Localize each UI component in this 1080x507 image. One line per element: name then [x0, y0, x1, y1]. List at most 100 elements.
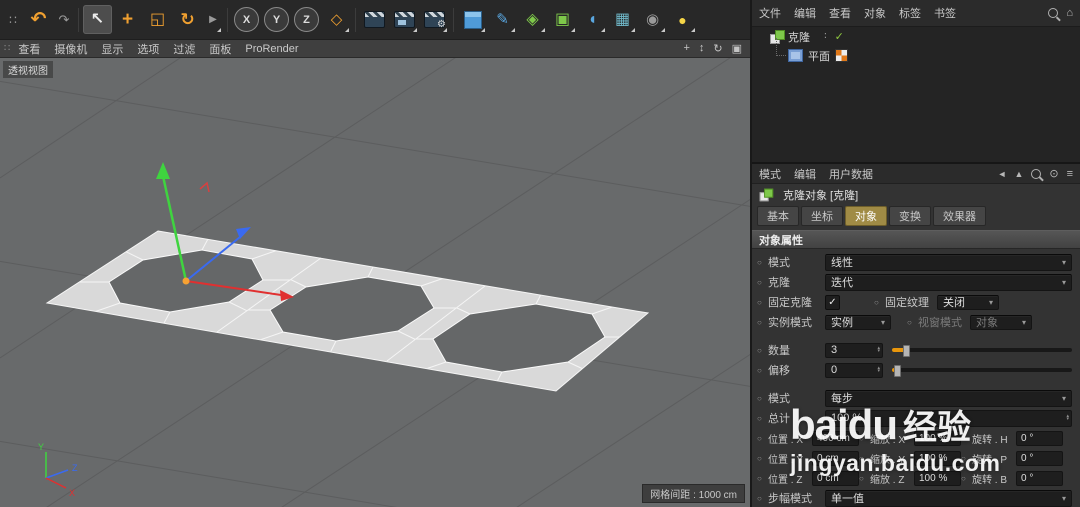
- count-field[interactable]: 3▴▾: [825, 343, 883, 358]
- viewport-mode-dropdown[interactable]: 对象▾: [970, 315, 1032, 330]
- add-environment-button[interactable]: ▦: [608, 5, 637, 34]
- tab-effectors[interactable]: 效果器: [933, 206, 986, 226]
- scale-y-field[interactable]: 100 %: [914, 451, 961, 466]
- pan-view-icon[interactable]: +: [683, 42, 689, 55]
- add-generator-button[interactable]: ◈: [518, 5, 547, 34]
- anim-dot-icon[interactable]: ○: [961, 474, 972, 483]
- om-menu-bookmarks[interactable]: 书签: [934, 5, 956, 21]
- anim-dot-icon[interactable]: ○: [757, 474, 768, 483]
- step-mode-dropdown[interactable]: 每步▾: [825, 390, 1072, 407]
- tab-object[interactable]: 对象: [845, 206, 887, 226]
- perspective-viewport[interactable]: Y Z X 透视视图 网格间距 : 1000 cm: [0, 58, 750, 507]
- anim-dot-icon[interactable]: ○: [757, 346, 768, 355]
- visibility-dots-icon[interactable]: ∶: [824, 50, 827, 61]
- om-menu-object[interactable]: 对象: [864, 5, 886, 21]
- spinner-icon[interactable]: ▴▾: [873, 347, 880, 353]
- anim-dot-icon[interactable]: ○: [757, 366, 768, 375]
- anim-dot-icon[interactable]: ○: [757, 278, 768, 287]
- object-label[interactable]: 克隆: [788, 29, 810, 45]
- add-spline-button[interactable]: ✎: [488, 5, 517, 34]
- anim-dot-icon[interactable]: ○: [757, 258, 768, 267]
- render-view-button[interactable]: [360, 5, 389, 34]
- om-menu-tags[interactable]: 标签: [899, 5, 921, 21]
- anim-dot-icon[interactable]: ○: [859, 434, 870, 443]
- om-menu-view[interactable]: 查看: [829, 5, 851, 21]
- viewport-menu-view[interactable]: 查看: [18, 41, 40, 57]
- anim-dot-icon[interactable]: ○: [757, 494, 768, 503]
- rotation-b-field[interactable]: 0 °: [1016, 471, 1063, 486]
- instance-mode-dropdown[interactable]: 实例▾: [825, 315, 891, 330]
- stride-mode-dropdown[interactable]: 单一值▾: [825, 490, 1072, 507]
- history-back-icon[interactable]: ◄: [998, 169, 1007, 179]
- anim-dot-icon[interactable]: ○: [757, 298, 768, 307]
- enabled-check-icon[interactable]: ✓: [835, 30, 844, 43]
- count-slider[interactable]: [892, 348, 1072, 352]
- add-camera-button[interactable]: ◉: [638, 5, 667, 34]
- anim-dot-icon[interactable]: ○: [874, 298, 885, 307]
- scale-x-field[interactable]: 100 %: [914, 431, 961, 446]
- home-icon[interactable]: ⌂: [1066, 7, 1073, 19]
- coordinate-system-button[interactable]: ◇: [322, 5, 351, 34]
- pin-icon[interactable]: ⊙: [1049, 167, 1058, 180]
- scale-z-field[interactable]: 100 %: [914, 471, 961, 486]
- lock-z-axis-button[interactable]: Z: [292, 5, 321, 34]
- viewport-menu-display[interactable]: 显示: [101, 41, 123, 57]
- viewport-menu-camera[interactable]: 摄像机: [54, 41, 87, 57]
- redo-button[interactable]: ↷: [54, 5, 74, 34]
- position-z-field[interactable]: 0 cm: [812, 471, 859, 486]
- move-tool-button[interactable]: +: [113, 5, 142, 34]
- om-menu-file[interactable]: 文件: [759, 5, 781, 21]
- anim-dot-icon[interactable]: ○: [757, 318, 768, 327]
- tab-transform[interactable]: 变换: [889, 206, 931, 226]
- anim-dot-icon[interactable]: ○: [961, 434, 972, 443]
- viewport-scene[interactable]: Y Z X: [0, 58, 750, 507]
- add-primitive-button[interactable]: [458, 5, 487, 34]
- rotate-view-icon[interactable]: ↻: [713, 42, 722, 55]
- viewport-menu-options[interactable]: 选项: [137, 41, 159, 57]
- add-deformer-button[interactable]: ◖: [578, 5, 607, 34]
- anim-dot-icon[interactable]: ○: [961, 454, 972, 463]
- object-row-cloner[interactable]: 克隆 ∶ ✓: [752, 27, 1080, 46]
- position-x-field[interactable]: 400 cm: [812, 431, 859, 446]
- rotation-p-field[interactable]: 0 °: [1016, 451, 1063, 466]
- add-light-button[interactable]: ●: [668, 5, 697, 34]
- menu-icon[interactable]: ≡: [1067, 168, 1073, 180]
- render-settings-button[interactable]: ⚙: [420, 5, 449, 34]
- render-picture-viewer-button[interactable]: [390, 5, 419, 34]
- anim-dot-icon[interactable]: ○: [757, 394, 768, 403]
- am-menu-edit[interactable]: 编辑: [794, 166, 816, 182]
- viewport-menu-filter[interactable]: 过滤: [173, 41, 195, 57]
- object-row-plane[interactable]: 平面 ∶: [752, 46, 1080, 65]
- maximize-view-icon[interactable]: ▣: [732, 42, 742, 55]
- view-label[interactable]: 透视视图: [3, 61, 53, 78]
- visibility-dots-icon[interactable]: ∶: [824, 31, 827, 42]
- clone-dropdown[interactable]: 迭代▾: [825, 274, 1072, 291]
- menubar-grip-icon[interactable]: ∷: [4, 43, 10, 54]
- anim-dot-icon[interactable]: ○: [757, 414, 768, 423]
- last-tool-button[interactable]: ▶: [203, 5, 223, 34]
- position-y-field[interactable]: 0 cm: [812, 451, 859, 466]
- am-menu-mode[interactable]: 模式: [759, 166, 781, 182]
- undo-button[interactable]: ↶: [24, 5, 53, 34]
- am-menu-userdata[interactable]: 用户数据: [829, 166, 873, 182]
- amount-field[interactable]: 100 %▴▾: [825, 410, 1072, 427]
- anim-dot-icon[interactable]: ○: [757, 434, 768, 443]
- anim-dot-icon[interactable]: ○: [907, 318, 918, 327]
- om-menu-edit[interactable]: 编辑: [794, 5, 816, 21]
- gizmo-origin[interactable]: [183, 278, 190, 285]
- mode-dropdown[interactable]: 线性▾: [825, 254, 1072, 271]
- anim-dot-icon[interactable]: ○: [757, 454, 768, 463]
- anim-dot-icon[interactable]: ○: [859, 474, 870, 483]
- offset-field[interactable]: 0▴▾: [825, 363, 883, 378]
- search-icon[interactable]: [1031, 169, 1041, 179]
- scale-tool-button[interactable]: ◱: [143, 5, 172, 34]
- offset-slider[interactable]: [892, 368, 1072, 372]
- rotation-h-field[interactable]: 0 °: [1016, 431, 1063, 446]
- spinner-icon[interactable]: ▴▾: [873, 367, 880, 373]
- select-tool-button[interactable]: ↖: [83, 5, 112, 34]
- viewport-menu-prorender[interactable]: ProRender: [245, 43, 298, 55]
- lock-x-axis-button[interactable]: X: [232, 5, 261, 34]
- fix-texture-dropdown[interactable]: 关闭▾: [937, 295, 999, 310]
- anim-dot-icon[interactable]: ○: [859, 454, 870, 463]
- toolbar-grip[interactable]: ∷: [3, 5, 23, 34]
